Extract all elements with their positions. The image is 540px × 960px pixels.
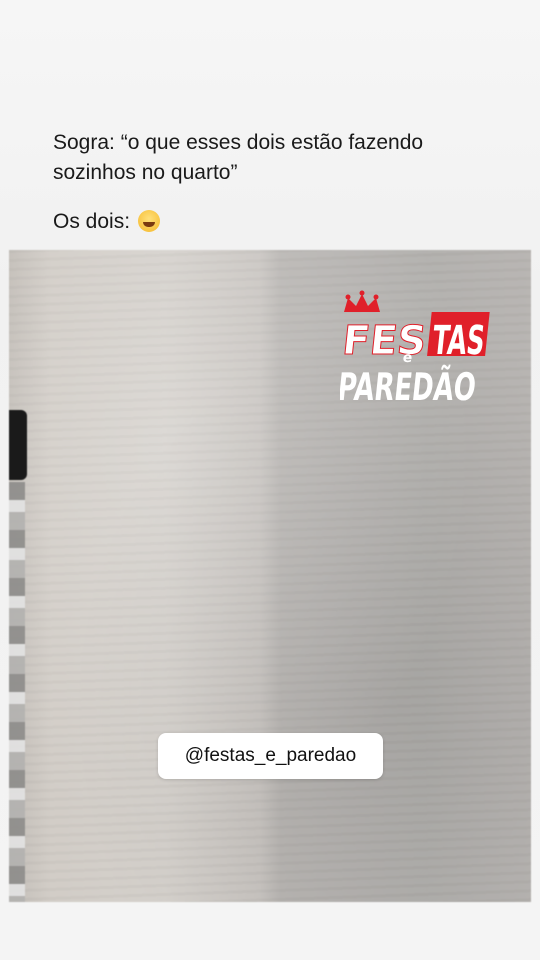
caption-second-line: Os dois: [53, 210, 160, 234]
video-edge-object-strip [9, 482, 25, 902]
logo-paredao-text: PAREDÃO [340, 365, 478, 408]
logo-tas-text: TAS [430, 318, 487, 364]
logo-fes-text: FES [340, 318, 428, 364]
caption-text: Sogra: “o que esses dois estão fazendo s… [53, 131, 424, 184]
logo-e-text: e [402, 350, 413, 366]
caption-os-dois: Os dois: [53, 210, 131, 233]
video-edge-object [9, 410, 27, 480]
crown-icon [344, 290, 380, 312]
laughing-emoji-icon [137, 210, 160, 232]
festas-e-paredao-logo: FES TAS e PAREDÃO [340, 290, 490, 408]
username-overlay[interactable]: @festas_e_paredao [158, 733, 383, 779]
screen: Sogra: “o que esses dois estão fazendo s… [0, 0, 540, 960]
